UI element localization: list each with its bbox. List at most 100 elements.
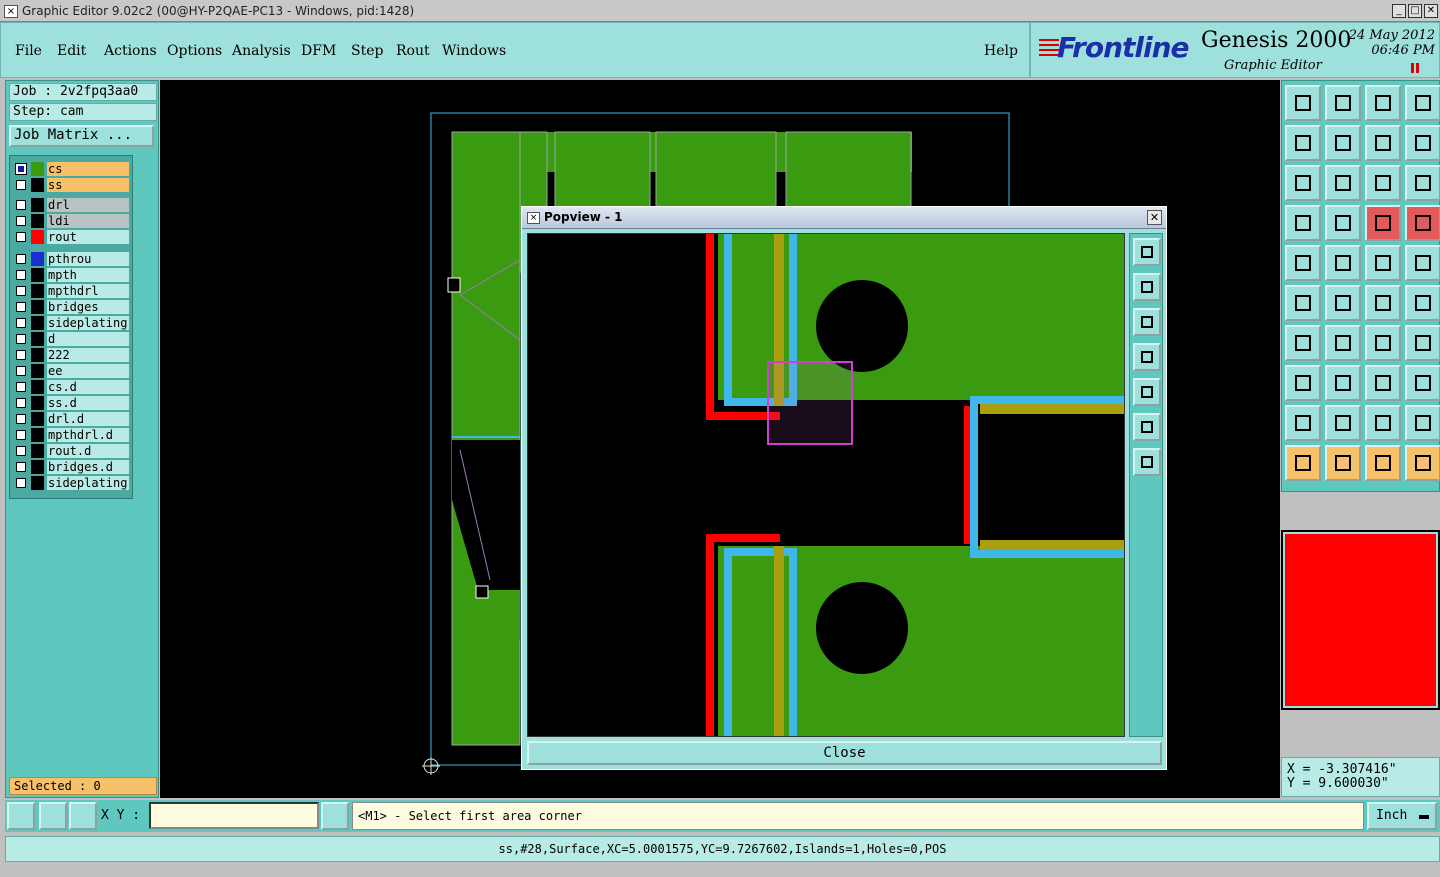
save-button[interactable] [1325,85,1361,121]
close-window-button[interactable]: ✕ [1424,4,1438,18]
dot-button[interactable] [1405,245,1440,281]
layer-checkbox[interactable] [16,366,26,376]
help-button[interactable] [1405,165,1440,201]
layer-row-rout[interactable]: rout [13,230,131,244]
layer-name[interactable]: drl.d [47,412,129,426]
popview-tool-left[interactable] [1133,343,1161,371]
layer-checkbox[interactable] [16,350,26,360]
xy-input[interactable] [149,802,319,829]
layer-checkbox[interactable] [16,286,26,296]
layer-checkbox[interactable] [15,163,27,175]
layer-name[interactable]: cs.d [47,380,129,394]
layer-row-ldi[interactable]: ldi [13,214,131,228]
menu-step[interactable]: Step [351,43,383,59]
units-select[interactable]: Inch [1367,802,1437,830]
draw-line-button[interactable] [1325,245,1361,281]
home-button[interactable] [1365,85,1401,121]
select-node-button[interactable] [1285,285,1321,321]
split-point-button[interactable] [1405,285,1440,321]
menu-file[interactable]: File [15,43,42,59]
layer-row-ss[interactable]: ss [13,178,131,192]
layer-name[interactable]: drl [47,198,129,212]
menu-help[interactable]: Help [984,43,1018,59]
popview-tool-down[interactable] [1133,308,1161,336]
layer-color-swatch[interactable] [31,252,44,266]
layer-color-swatch[interactable] [31,162,44,176]
menu-windows[interactable]: Windows [442,43,506,59]
snap-mode-icon[interactable] [7,802,35,830]
layer-name[interactable]: bridges.d [47,460,129,474]
popview-tool-snap[interactable] [1133,238,1161,266]
maximize-button[interactable]: □ [1408,4,1422,18]
layer-checkbox[interactable] [16,270,26,280]
popview-tool-right[interactable] [1133,378,1161,406]
layer-checkbox[interactable] [16,200,26,210]
grid-mode-icon[interactable] [39,802,67,830]
undo-view-button[interactable] [1365,125,1401,161]
layer-row-rout.d[interactable]: rout.d [13,444,131,458]
layer-row-bridges[interactable]: bridges [13,300,131,314]
layer-row-mpth[interactable]: mpth [13,268,131,282]
angle-tool-button[interactable] [1285,325,1321,361]
layer-name[interactable]: d [47,332,129,346]
layer-color-swatch[interactable] [31,300,44,314]
pointer-multi-button[interactable] [1405,445,1440,481]
pointer-tool-button[interactable] [1285,445,1321,481]
layer-checkbox[interactable] [16,414,26,424]
snap-red-button[interactable] [1365,205,1401,241]
pointer-outline-button[interactable] [1365,445,1401,481]
layer-color-swatch[interactable] [31,316,44,330]
layer-checkbox[interactable] [16,302,26,312]
segment-tool-button[interactable] [1325,365,1361,401]
layer-color-swatch[interactable] [31,214,44,228]
popview-tool-zoom-in[interactable] [1133,448,1161,476]
layer-color-swatch[interactable] [31,412,44,426]
redraw-button[interactable] [1405,125,1440,161]
popview-canvas[interactable] [527,233,1125,737]
layer-color-swatch[interactable] [31,268,44,282]
layer-color-swatch[interactable] [31,348,44,362]
layer-name[interactable]: cs [47,162,129,176]
add-point-button[interactable] [1365,285,1401,321]
layer-name[interactable]: sideplating [47,316,129,330]
shape-tool-button[interactable] [1405,365,1440,401]
layer-row-d[interactable]: d [13,332,131,346]
pointer-orange-button[interactable] [1325,445,1361,481]
layer-checkbox[interactable] [16,398,26,408]
layer-color-swatch[interactable] [31,332,44,346]
chevron-tool-button[interactable] [1325,405,1361,441]
layer-checkbox[interactable] [16,180,26,190]
zoom-fit-button[interactable] [1285,165,1321,201]
line-tool-button[interactable] [1325,325,1361,361]
layer-row-drl[interactable]: drl [13,198,131,212]
layer-color-swatch[interactable] [31,476,44,490]
layer-row-sideplating[interactable]: sideplating [13,476,131,490]
layer-name[interactable]: mpthdrl [47,284,129,298]
layer-row-bridges.d[interactable]: bridges.d [13,460,131,474]
layer-color-swatch[interactable] [31,444,44,458]
prev-step-button[interactable] [1285,125,1321,161]
peak-tool-button[interactable] [1365,405,1401,441]
menu-analysis[interactable]: Analysis [232,43,291,59]
layer-color-swatch[interactable] [31,428,44,442]
job-matrix-button[interactable]: Job Matrix ... [9,125,154,147]
layer-row-cs.d[interactable]: cs.d [13,380,131,394]
peak-alt-tool-button[interactable] [1405,405,1440,441]
layer-name[interactable]: sideplating [47,476,129,490]
popview-tool-up[interactable] [1133,273,1161,301]
move-tool-button[interactable] [1285,365,1321,401]
layer-checkbox[interactable] [16,334,26,344]
layer-row-drl.d[interactable]: drl.d [13,412,131,426]
layer-row-sideplating[interactable]: sideplating [13,316,131,330]
layer-color-swatch[interactable] [31,284,44,298]
layer-row-mpthdrl[interactable]: mpthdrl [13,284,131,298]
layer-name[interactable]: mpthdrl.d [47,428,129,442]
layer-checkbox[interactable] [16,232,26,242]
layer-checkbox[interactable] [16,446,26,456]
layer-checkbox[interactable] [16,254,26,264]
layer-tools-button[interactable] [1285,205,1321,241]
layer-row-mpthdrl.d[interactable]: mpthdrl.d [13,428,131,442]
layer-color-swatch[interactable] [31,380,44,394]
layer-name[interactable]: ldi [47,214,129,228]
layer-name[interactable]: 222 [47,348,129,362]
